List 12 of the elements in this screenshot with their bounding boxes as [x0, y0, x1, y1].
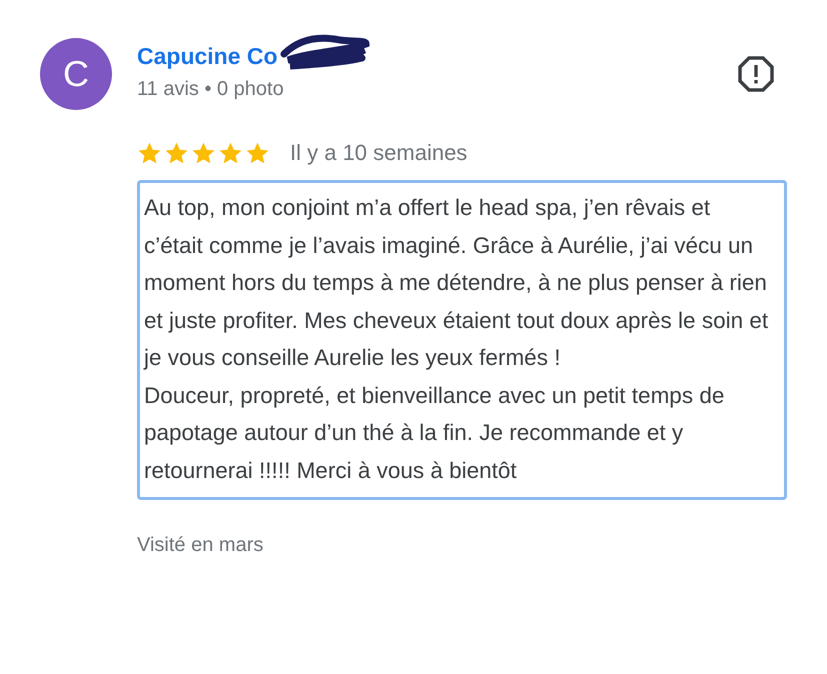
review-date: Il y a 10 semaines [290, 140, 468, 166]
review-count: 11 avis • 0 photo [137, 78, 285, 101]
report-icon[interactable] [738, 56, 774, 92]
star-icon [137, 140, 162, 166]
star-icon [164, 140, 189, 166]
visit-date: Visité en mars [137, 534, 264, 557]
star-icon [191, 140, 216, 166]
avatar: C [40, 38, 112, 110]
star-icon [218, 140, 243, 166]
author-name[interactable]: Capucine Co [137, 42, 278, 70]
review-text: Au top, mon conjoint m’a offert le head spa, j’en rêvais et c’était comme je l’avais imaginé. Grâce à Aurélie, j’ai vécu un moment hors du temps à me détendre, à ne plus penser à rien et juste profiter. Mes cheveux étaient tout doux après le soin et je vous conseille Aurelie les yeux fermés ! Douceur, propreté, et bienveillance avec un petit temps de papotage autour d’un thé à la fin. Je recommande et y retournerai !!!!! Merci à vous à bientôt [137, 180, 787, 500]
star-icon [245, 140, 270, 166]
